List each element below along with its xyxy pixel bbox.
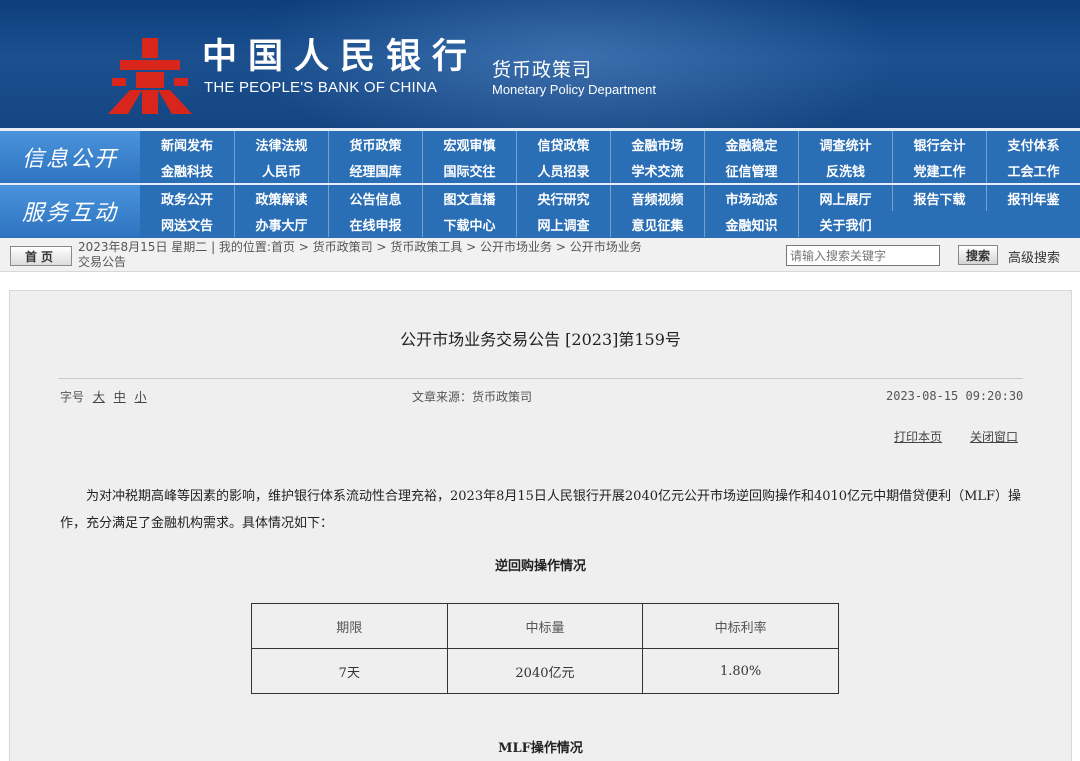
nav-item[interactable]: 新闻发布 bbox=[140, 131, 234, 157]
nav-item[interactable]: 信贷政策 bbox=[516, 131, 610, 157]
advanced-search-link[interactable]: 高级搜索 bbox=[1008, 247, 1060, 266]
nav-group-info: 信息公开 新闻发布 法律法规 货币政策 宏观审慎 信贷政策 金融市场 金融稳定 … bbox=[0, 131, 1080, 183]
nav-item[interactable]: 人员招录 bbox=[516, 157, 610, 183]
breadcrumb-line: 2023年8月15日 星期二 | 我的位置:首页 > 货币政策司 > 货币政策工… bbox=[78, 240, 642, 254]
nav-item[interactable]: 反洗钱 bbox=[798, 157, 892, 183]
font-size-label: 字号 bbox=[60, 390, 85, 404]
nav-item[interactable]: 公告信息 bbox=[328, 185, 422, 211]
site-header-banner: 中国人民银行 THE PEOPLE'S BANK OF CHINA 货币政策司 … bbox=[0, 0, 1080, 128]
table-header-cell: 期限 bbox=[251, 603, 448, 649]
font-size-small[interactable]: 小 bbox=[135, 390, 147, 404]
nav-item[interactable]: 银行会计 bbox=[892, 131, 986, 157]
meta-divider bbox=[58, 378, 1023, 379]
table-row: 7天 2040亿元 1.80% bbox=[251, 648, 839, 694]
nav-item[interactable]: 关于我们 bbox=[798, 211, 892, 237]
table-cell: 1.80% bbox=[642, 648, 839, 694]
pboc-emblem-icon[interactable] bbox=[108, 38, 192, 114]
nav-item[interactable]: 网送文告 bbox=[140, 211, 234, 237]
nav-item[interactable]: 支付体系 bbox=[986, 131, 1080, 157]
breadcrumb-line: 交易公告 bbox=[78, 255, 127, 269]
close-window-link[interactable]: 关闭窗口 bbox=[970, 428, 1018, 445]
nav-item[interactable]: 报告下载 bbox=[892, 185, 986, 211]
nav-item[interactable]: 金融稳定 bbox=[704, 131, 798, 157]
table-cell: 2040亿元 bbox=[446, 648, 644, 694]
main-navigation: 信息公开 新闻发布 法律法规 货币政策 宏观审慎 信贷政策 金融市场 金融稳定 … bbox=[0, 128, 1080, 238]
font-size-selector: 字号 大 中 小 bbox=[60, 388, 147, 405]
search-button[interactable]: 搜索 bbox=[958, 245, 998, 265]
font-size-large[interactable]: 大 bbox=[93, 390, 105, 404]
nav-item[interactable]: 调查统计 bbox=[798, 131, 892, 157]
nav-item[interactable]: 国际交往 bbox=[422, 157, 516, 183]
reverse-repo-heading: 逆回购操作情况 bbox=[494, 559, 586, 574]
nav-row: 新闻发布 法律法规 货币政策 宏观审慎 信贷政策 金融市场 金融稳定 调查统计 … bbox=[140, 131, 1080, 157]
nav-item[interactable]: 法律法规 bbox=[234, 131, 328, 157]
nav-item[interactable]: 人民币 bbox=[234, 157, 328, 183]
nav-group-title-info: 信息公开 bbox=[0, 131, 140, 183]
nav-item[interactable]: 图文直播 bbox=[422, 185, 516, 211]
breadcrumb: 2023年8月15日 星期二 | 我的位置:首页 > 货币政策司 > 货币政策工… bbox=[78, 240, 783, 270]
print-page-link[interactable]: 打印本页 bbox=[894, 428, 942, 445]
nav-item[interactable]: 政务公开 bbox=[140, 185, 234, 211]
nav-item[interactable]: 金融市场 bbox=[610, 131, 704, 157]
nav-item[interactable]: 办事大厅 bbox=[234, 211, 328, 237]
nav-item[interactable]: 下载中心 bbox=[422, 211, 516, 237]
nav-item[interactable]: 网上展厅 bbox=[798, 185, 892, 211]
nav-item[interactable]: 金融科技 bbox=[140, 157, 234, 183]
nav-item[interactable]: 意见征集 bbox=[610, 211, 704, 237]
nav-item[interactable]: 市场动态 bbox=[704, 185, 798, 211]
org-name-cn: 中国人民银行 bbox=[202, 36, 479, 77]
nav-item[interactable]: 在线申报 bbox=[328, 211, 422, 237]
table-cell: 7天 bbox=[251, 648, 448, 694]
publish-date: 2023-08-15 09:20:30 bbox=[886, 389, 1024, 403]
nav-item[interactable]: 政策解读 bbox=[234, 185, 328, 211]
table-header-row: 期限 中标量 中标利率 bbox=[251, 603, 839, 649]
article-title: 公开市场业务交易公告 [2023]第159号 bbox=[400, 330, 681, 349]
nav-item[interactable]: 学术交流 bbox=[610, 157, 704, 183]
article-panel: 公开市场业务交易公告 [2023]第159号 字号 大 中 小 文章来源：货币政… bbox=[9, 290, 1072, 761]
nav-item[interactable]: 工会工作 bbox=[986, 157, 1080, 183]
reverse-repo-table: 期限 中标量 中标利率 7天 2040亿元 1.80% bbox=[251, 603, 839, 694]
nav-item[interactable]: 音频视频 bbox=[610, 185, 704, 211]
nav-item[interactable]: 货币政策 bbox=[328, 131, 422, 157]
table-header-cell: 中标量 bbox=[446, 603, 644, 649]
nav-row: 网送文告 办事大厅 在线申报 下载中心 网上调查 意见征集 金融知识 关于我们 bbox=[140, 211, 1080, 237]
nav-row: 金融科技 人民币 经理国库 国际交往 人员招录 学术交流 征信管理 反洗钱 党建… bbox=[140, 157, 1080, 183]
nav-item[interactable]: 党建工作 bbox=[892, 157, 986, 183]
font-size-medium[interactable]: 中 bbox=[114, 390, 126, 404]
home-button[interactable]: 首页 bbox=[10, 246, 72, 266]
nav-item[interactable]: 经理国库 bbox=[328, 157, 422, 183]
department-name-en: Monetary Policy Department bbox=[492, 82, 657, 97]
nav-item[interactable]: 央行研究 bbox=[516, 185, 610, 211]
nav-item[interactable]: 征信管理 bbox=[704, 157, 798, 183]
article-source: 文章来源：货币政策司 bbox=[412, 390, 533, 404]
nav-item[interactable]: 金融知识 bbox=[704, 211, 798, 237]
org-name-en: THE PEOPLE'S BANK OF CHINA bbox=[204, 79, 438, 96]
nav-row: 政务公开 政策解读 公告信息 图文直播 央行研究 音频视频 市场动态 网上展厅 … bbox=[140, 185, 1080, 211]
nav-item[interactable]: 网上调查 bbox=[516, 211, 610, 237]
nav-item[interactable]: 报刊年鉴 bbox=[986, 185, 1080, 211]
table-header-cell: 中标利率 bbox=[642, 603, 839, 649]
search-input[interactable] bbox=[786, 245, 940, 266]
breadcrumb-bar: 首页 2023年8月15日 星期二 | 我的位置:首页 > 货币政策司 > 货币… bbox=[0, 238, 1080, 272]
article-paragraph: 为对冲税期高峰等因素的影响，维护银行体系流动性合理充裕，2023年8月15日人民… bbox=[60, 489, 1022, 531]
nav-group-title-service: 服务互动 bbox=[0, 185, 140, 237]
nav-item[interactable]: 宏观审慎 bbox=[422, 131, 516, 157]
mlf-heading: MLF操作情况 bbox=[498, 741, 583, 756]
nav-group-service: 服务互动 政务公开 政策解读 公告信息 图文直播 央行研究 音频视频 市场动态 … bbox=[0, 185, 1080, 237]
department-name-cn: 货币政策司 bbox=[492, 59, 593, 81]
